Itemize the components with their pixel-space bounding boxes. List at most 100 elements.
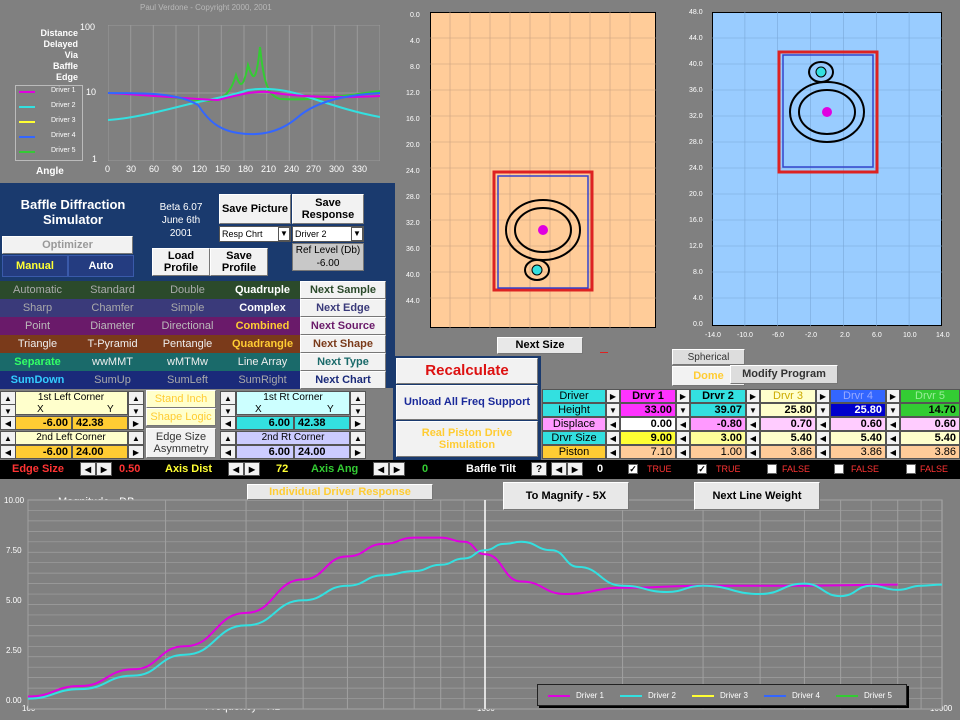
spin-right-icon[interactable]: ▶ [746, 389, 760, 403]
sample-quadruple[interactable]: Quadruple [225, 281, 300, 299]
height-drvr-4[interactable]: 25.80 [830, 403, 886, 417]
chart-sumdown[interactable]: SumDown [0, 371, 75, 389]
type-wwmmt[interactable]: wwMMT [75, 353, 150, 371]
chevron-down-icon[interactable]: ▼ [351, 227, 363, 241]
checkbox-unchecked-icon[interactable] [834, 464, 844, 474]
ref-level-value[interactable]: -6.00 [293, 257, 363, 270]
col-header-drvr-4[interactable]: Drvr 4 [830, 389, 886, 403]
displace-drvr-1[interactable]: 0.00 [620, 417, 676, 431]
spin-left-icon[interactable]: ◀ [816, 417, 830, 431]
sample-automatic[interactable]: Automatic [0, 281, 75, 299]
next-shape-button[interactable]: Next Shape [300, 335, 386, 353]
spin-right-icon[interactable]: ▶ [389, 462, 405, 476]
piston-drvr-2[interactable]: 1.00 [690, 445, 746, 459]
next-line-weight-button[interactable]: Next Line Weight [694, 482, 820, 510]
spin-left-icon[interactable]: ◀ [220, 416, 236, 430]
spin-up-icon[interactable]: ▲ [0, 391, 16, 405]
spin-up-icon[interactable]: ▲ [350, 431, 366, 445]
source-combined[interactable]: Combined [225, 317, 300, 335]
next-sample-button[interactable]: Next Sample [300, 281, 386, 299]
spin-right-icon[interactable]: ▶ [676, 389, 690, 403]
height-drvr-3[interactable]: 25.80 [760, 403, 816, 417]
displace-drvr-5[interactable]: 0.60 [900, 417, 960, 431]
spin-left-icon[interactable]: ◀ [0, 416, 16, 430]
next-size-button[interactable]: Next Size [497, 337, 583, 354]
displace-drvr-2[interactable]: -0.80 [690, 417, 746, 431]
modify-program-button[interactable]: Modify Program [730, 365, 838, 384]
auto-button[interactable]: Auto [68, 255, 134, 277]
spin-down-icon[interactable]: ▼ [816, 403, 830, 417]
spin-left-icon[interactable]: ◀ [746, 445, 760, 459]
shape-t-pyramid[interactable]: T-Pyramid [75, 335, 150, 353]
spin-down-icon[interactable]: ▼ [746, 403, 760, 417]
piston-drvr-1[interactable]: 7.10 [620, 445, 676, 459]
spin-right-icon[interactable]: ▶ [244, 462, 260, 476]
chart-sumright[interactable]: SumRight [225, 371, 300, 389]
spin-down-icon[interactable]: ▼ [676, 403, 690, 417]
spin-left-icon[interactable]: ◀ [606, 417, 620, 431]
spin-right-icon[interactable]: ▶ [128, 416, 144, 430]
manual-button[interactable]: Manual [2, 255, 68, 277]
spin-left-icon[interactable]: ◀ [80, 462, 96, 476]
type-separate[interactable]: Separate [0, 353, 75, 371]
shape-logic-button[interactable]: Shape Logic [146, 408, 216, 426]
save-picture-button[interactable]: Save Picture [219, 194, 291, 224]
spin-left-icon[interactable]: ◀ [228, 462, 244, 476]
spin-left-icon[interactable]: ◀ [676, 445, 690, 459]
side-plot[interactable] [712, 12, 942, 326]
optimizer-button[interactable]: Optimizer [2, 236, 133, 254]
spin-up-icon[interactable]: ▲ [220, 391, 236, 405]
real-piston-button[interactable]: Real Piston Drive Simulation [396, 421, 538, 457]
type-line-array[interactable]: Line Array [225, 353, 300, 371]
edge-asymmetry-button[interactable]: Edge Size Asymmetry [146, 428, 216, 458]
size-drvr-4[interactable]: 5.40 [830, 431, 886, 445]
checkbox-checked-icon[interactable]: ✓ [697, 464, 707, 474]
rt1-x-input[interactable]: 6.00 [236, 416, 294, 430]
col-header-drvr-2[interactable]: Drvr 2 [690, 389, 746, 403]
baffle-plot[interactable] [430, 12, 656, 328]
spin-left-icon[interactable]: ◀ [886, 445, 900, 459]
resp-chrt-select[interactable]: Resp Chrt ▼ [219, 226, 291, 242]
size-drvr-3[interactable]: 5.40 [760, 431, 816, 445]
spin-left-icon[interactable]: ◀ [676, 431, 690, 445]
spin-left-icon[interactable]: ◀ [816, 431, 830, 445]
chart-sumleft[interactable]: SumLeft [150, 371, 225, 389]
size-drvr-5[interactable]: 5.40 [900, 431, 960, 445]
spin-right-icon[interactable]: ▶ [96, 462, 112, 476]
piston-drvr-4[interactable]: 3.86 [830, 445, 886, 459]
spin-right-icon[interactable]: ▶ [606, 389, 620, 403]
sample-standard[interactable]: Standard [75, 281, 150, 299]
spin-left-icon[interactable]: ◀ [606, 445, 620, 459]
edge-complex[interactable]: Complex [225, 299, 300, 317]
save-profile-button[interactable]: Save Profile [210, 248, 268, 276]
shape-pentangle[interactable]: Pentangle [150, 335, 225, 353]
spin-up-icon[interactable]: ▲ [128, 431, 144, 445]
sample-double[interactable]: Double [150, 281, 225, 299]
spin-left-icon[interactable]: ◀ [0, 445, 16, 459]
edge-simple[interactable]: Simple [150, 299, 225, 317]
spin-right-icon[interactable]: ▶ [350, 445, 366, 459]
driver-select[interactable]: Driver 2 ▼ [292, 226, 364, 242]
save-response-button[interactable]: Save Response [292, 194, 364, 224]
help-icon[interactable]: ? [531, 462, 547, 476]
spin-left-icon[interactable]: ◀ [373, 462, 389, 476]
spherical-button[interactable]: Spherical [672, 349, 745, 365]
checkbox-unchecked-icon[interactable] [767, 464, 777, 474]
source-point[interactable]: Point [0, 317, 75, 335]
height-drvr-5[interactable]: 14.70 [900, 403, 960, 417]
checkbox-unchecked-icon[interactable] [906, 464, 916, 474]
rt2-x-input[interactable]: 6.00 [236, 445, 294, 459]
stand-inch-button[interactable]: Stand Inch [146, 390, 216, 408]
rt1-y-input[interactable]: 42.38 [294, 416, 350, 430]
type-wmtmw[interactable]: wMTMw [150, 353, 225, 371]
source-directional[interactable]: Directional [150, 317, 225, 335]
spin-left-icon[interactable]: ◀ [886, 417, 900, 431]
next-source-button[interactable]: Next Source [300, 317, 386, 335]
spin-left-icon[interactable]: ◀ [606, 431, 620, 445]
next-chart-button[interactable]: Next Chart [300, 371, 386, 389]
individual-response-button[interactable]: Individual Driver Response [247, 484, 433, 500]
piston-drvr-5[interactable]: 3.86 [900, 445, 960, 459]
spin-right-icon[interactable]: ▶ [128, 445, 144, 459]
load-profile-button[interactable]: Load Profile [152, 248, 210, 276]
spin-left-icon[interactable]: ◀ [220, 445, 236, 459]
